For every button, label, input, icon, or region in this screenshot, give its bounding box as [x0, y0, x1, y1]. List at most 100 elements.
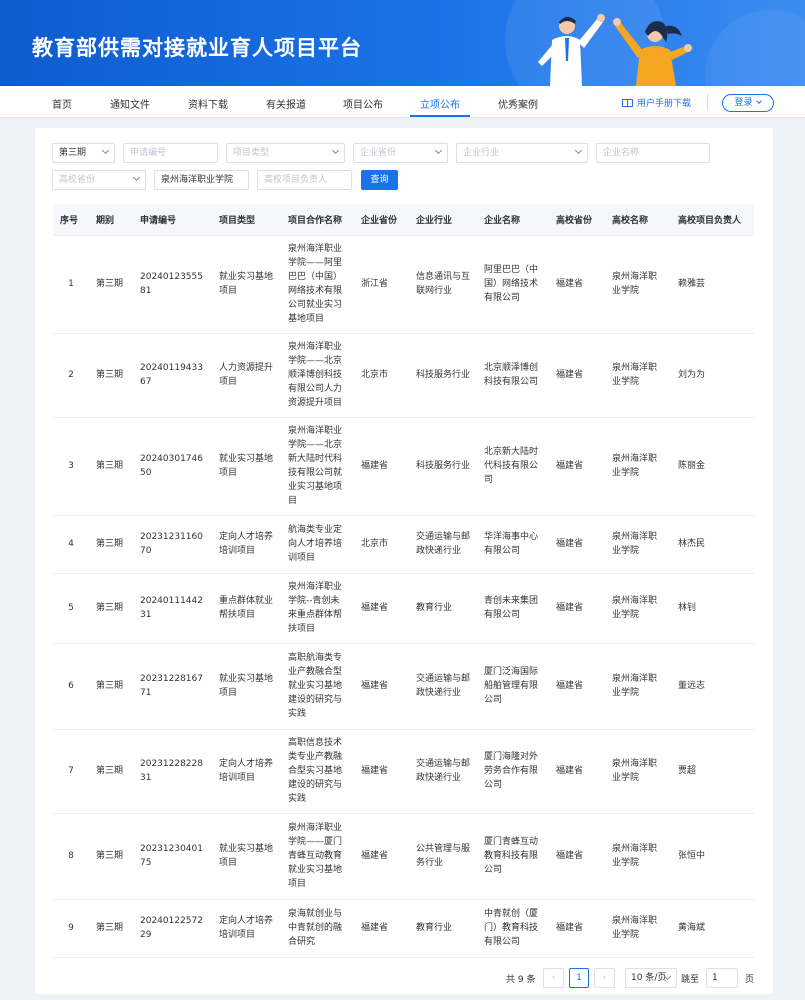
page-size-value: 10 条/页	[631, 973, 667, 983]
cell-school-leader: 董远志	[671, 643, 754, 730]
application-no-input[interactable]: 申请编号	[123, 143, 218, 163]
cell-company-name: 中青就创（厦门）教育科技有限公司	[477, 899, 549, 958]
goto-page-suffix: 页	[745, 975, 755, 985]
cell-application-no: 2024030174650	[133, 417, 212, 516]
nav-item-reports[interactable]: 有关报道	[266, 96, 306, 111]
cell-school-name: 泉州海洋职业学院	[605, 235, 671, 334]
nav-item-notices[interactable]: 通知文件	[110, 96, 150, 111]
cell-school-leader: 赖雅芸	[671, 235, 754, 334]
nav-item-project-announce[interactable]: 项目公布	[343, 96, 383, 111]
page-size-select[interactable]: 10 条/页	[625, 968, 677, 988]
cell-company-name: 厦门海隆对外劳务合作有限公司	[477, 729, 549, 814]
active-tab-indicator	[410, 115, 470, 117]
cell-school-province: 福建省	[549, 515, 605, 574]
cell-period: 第三期	[89, 899, 133, 958]
cell-period: 第三期	[89, 729, 133, 814]
cell-school-province: 福建省	[549, 729, 605, 814]
school-leader-input[interactable]: 高校项目负责人	[257, 170, 352, 190]
pagination-next-button[interactable]: ›	[594, 968, 615, 988]
cell-company-province: 福建省	[354, 729, 409, 814]
chevron-down-icon	[331, 146, 340, 155]
banner-decoration	[705, 10, 805, 86]
application-no-placeholder: 申请编号	[130, 148, 167, 158]
cell-company-name: 阿里巴巴（中国）网络技术有限公司	[477, 235, 549, 334]
manual-download-link[interactable]: 用户手册下载	[622, 96, 691, 109]
cell-school-leader: 陈丽金	[671, 417, 754, 516]
company-province-select[interactable]: 企业省份	[353, 143, 448, 163]
cell-company-industry: 科技服务行业	[409, 333, 477, 418]
cell-period: 第三期	[89, 333, 133, 418]
school-name-input[interactable]: 泉州海洋职业学院	[154, 170, 249, 190]
goto-label: 跳至	[681, 975, 700, 985]
cell-school-name: 泉州海洋职业学院	[605, 643, 671, 730]
cell-application-no: 2023122816771	[133, 643, 212, 730]
cell-project-name: 泉州海洋职业学院——北京新大陆时代科技有限公司就业实习基地项目	[281, 417, 354, 516]
cell-index: 6	[53, 643, 89, 730]
cell-school-leader: 黄海斌	[671, 899, 754, 958]
company-industry-placeholder: 企业行业	[463, 148, 500, 158]
table-row: 3 第三期 2024030174650 就业实习基地项目 泉州海洋职业学院——北京新大陆…	[53, 417, 754, 516]
school-province-placeholder: 高校省份	[59, 175, 96, 185]
col-header-project-type: 项目类型	[212, 204, 281, 236]
pagination-prev-button[interactable]: ‹	[543, 968, 564, 988]
cell-company-province: 北京市	[354, 333, 409, 418]
header-banner: 教育部供需对接就业育人项目平台	[0, 0, 805, 86]
company-name-input[interactable]: 企业名称	[596, 143, 710, 163]
cell-company-province: 福建省	[354, 643, 409, 730]
cell-period: 第三期	[89, 515, 133, 574]
cell-project-type: 就业实习基地项目	[212, 643, 281, 730]
company-province-placeholder: 企业省份	[360, 148, 397, 158]
cell-school-province: 福建省	[549, 573, 605, 644]
project-type-select[interactable]: 项目类型	[226, 143, 345, 163]
period-select[interactable]: 第三期	[52, 143, 115, 163]
cell-company-industry: 信息通讯与互联网行业	[409, 235, 477, 334]
cell-index: 8	[53, 813, 89, 900]
nav-item-downloads[interactable]: 资料下载	[188, 96, 228, 111]
goto-page-input[interactable]: 1	[706, 968, 738, 988]
cell-school-province: 福建省	[549, 643, 605, 730]
company-industry-select[interactable]: 企业行业	[456, 143, 588, 163]
project-table: 序号 期别 申请编号 项目类型 项目合作名称 企业省份 企业行业 企业名称 高校…	[53, 204, 754, 958]
cell-project-name: 泉州海洋职业学院——厦门青蜂互动教育就业实习基地项目	[281, 813, 354, 900]
nav-item-excellent-cases[interactable]: 优秀案例	[498, 96, 538, 111]
nav-item-home[interactable]: 首页	[52, 96, 72, 111]
school-province-select[interactable]: 高校省份	[52, 170, 146, 190]
cell-period: 第三期	[89, 417, 133, 516]
table-row: 2 第三期 2024011943367 人力资源提升项目 泉州海洋职业学院——北京顺泽博…	[53, 333, 754, 418]
cell-project-name: 高职信息技术类专业产教融合型实习基地建设的研究与实践	[281, 729, 354, 814]
chevron-down-icon	[756, 98, 763, 104]
cell-application-no: 2024012257229	[133, 899, 212, 958]
col-header-project-name: 项目合作名称	[281, 204, 354, 236]
cell-period: 第三期	[89, 235, 133, 334]
cell-period: 第三期	[89, 813, 133, 900]
query-button[interactable]: 查询	[361, 170, 398, 190]
chevron-right-icon: ›	[602, 973, 607, 983]
manual-download-label: 用户手册下载	[637, 99, 692, 109]
cell-school-province: 福建省	[549, 813, 605, 900]
chevron-down-icon	[132, 173, 141, 182]
chevron-down-icon	[434, 146, 443, 155]
cell-index: 4	[53, 515, 89, 574]
cell-company-name: 北京新大陆时代科技有限公司	[477, 417, 549, 516]
col-header-school-name: 高校名称	[605, 204, 671, 236]
login-button[interactable]: 登录	[722, 94, 774, 112]
col-header-period: 期别	[89, 204, 133, 236]
cell-school-leader: 贾超	[671, 729, 754, 814]
table-row: 5 第三期 2024011144231 重点群体就业帮扶项目 泉州海洋职业学院--青创未…	[53, 573, 754, 644]
cell-company-name: 北京顺泽博创科技有限公司	[477, 333, 549, 418]
site-title: 教育部供需对接就业育人项目平台	[32, 36, 362, 60]
cell-project-type: 重点群体就业帮扶项目	[212, 573, 281, 644]
col-header-application-no: 申请编号	[133, 204, 212, 236]
cell-application-no: 2024012355581	[133, 235, 212, 334]
cell-application-no: 2023123040175	[133, 813, 212, 900]
cell-company-name: 青创未来集团有限公司	[477, 573, 549, 644]
cell-project-name: 泉州海洋职业学院——阿里巴巴（中国）网络技术有限公司就业实习基地项目	[281, 235, 354, 334]
chevron-down-icon	[574, 146, 583, 155]
cell-school-name: 泉州海洋职业学院	[605, 333, 671, 418]
pagination-page-1[interactable]: 1	[569, 968, 589, 988]
company-name-placeholder: 企业名称	[603, 148, 640, 158]
cell-index: 1	[53, 235, 89, 334]
cell-school-leader: 刘为为	[671, 333, 754, 418]
col-header-company-industry: 企业行业	[409, 204, 477, 236]
nav-item-approval-announce[interactable]: 立项公布	[420, 96, 460, 111]
